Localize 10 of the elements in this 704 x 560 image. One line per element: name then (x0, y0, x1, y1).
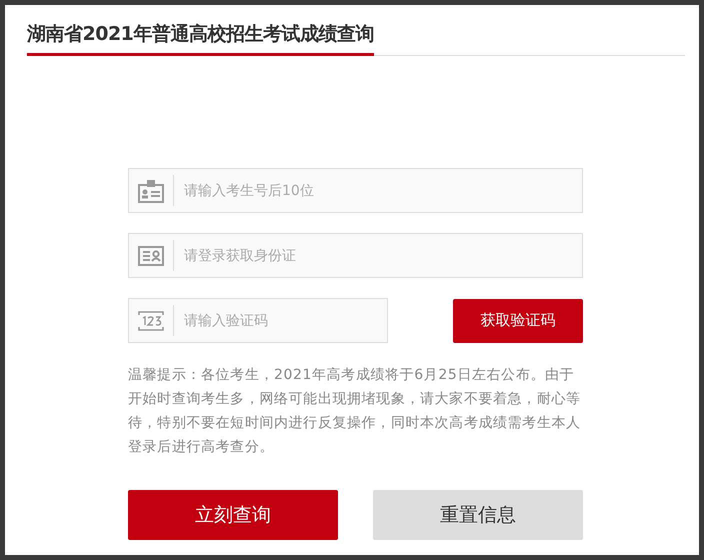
number-code-icon (138, 310, 164, 330)
text-field[interactable]: 请输入验证码 (128, 298, 388, 343)
query-button[interactable]: 立刻查询 (128, 490, 338, 540)
id-card-icon (138, 246, 164, 266)
notice-text: 温馨提示：各位考生，2021年高考成绩将于6月25日左右公布。由于开始时查询考生多，网络可能出现拥堵现象，请大家不要着急，耐心等待，特别不要在短时间内进行反复操作，同时本次高考成绩需考生本人登录后进行高考查分。 (128, 366, 582, 457)
input-field[interactable]: 请输入验证码 (174, 298, 387, 343)
reset-button[interactable]: 重置信息 (373, 490, 583, 540)
page-title: 湖南省2021年普通高校招生考试成绩查询 (27, 21, 374, 56)
get-code-button[interactable]: 获取验证码 (453, 298, 583, 342)
id-badge-icon (138, 178, 164, 202)
